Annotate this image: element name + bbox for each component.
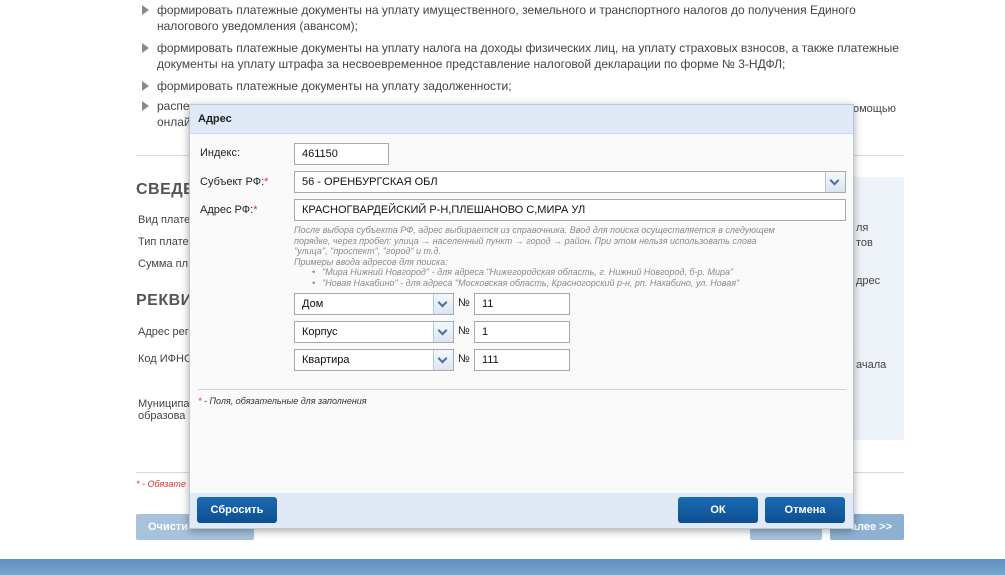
ok-button[interactable]: ОК xyxy=(678,497,758,523)
house-number-input[interactable]: 11 xyxy=(474,293,570,315)
bullet-item: формировать платежные документы на уплат… xyxy=(140,78,900,94)
bullet-arrow-icon xyxy=(142,5,149,15)
address-input[interactable]: КРАСНОГВАРДЕЙСКИЙ Р-Н,ПЛЕШАНОВО С,МИРА У… xyxy=(294,199,846,221)
dialog-footer: Сбросить ОК Отмена xyxy=(190,493,853,528)
bullet-arrow-icon xyxy=(142,43,149,53)
index-input[interactable]: 461150 xyxy=(294,143,389,165)
subject-label: Субъект РФ:* xyxy=(200,176,269,188)
dialog-body: Индекс: 461150 Субъект РФ:* 56 - ОРЕНБУР… xyxy=(190,134,853,493)
field-label: образова xyxy=(138,410,186,422)
address-dialog: Адрес Индекс: 461150 Субъект РФ:* 56 - О… xyxy=(189,104,854,529)
number-sign: № xyxy=(458,297,470,309)
dropdown-button[interactable] xyxy=(433,294,453,314)
required-note: * - Обязате xyxy=(136,479,186,489)
building-number-input[interactable]: 1 xyxy=(474,321,570,343)
dropdown-button[interactable] xyxy=(433,350,453,370)
side-text: ачала xyxy=(856,359,887,371)
dialog-title: Адрес xyxy=(190,105,853,134)
apartment-type-select[interactable]: Квартира xyxy=(294,349,454,371)
bullet-item: формировать платежные документы на уплат… xyxy=(140,2,900,34)
required-fields-note: * - Поля, обязательные для заполнения xyxy=(198,396,367,406)
dropdown-button[interactable] xyxy=(433,322,453,342)
bullet-item: формировать платежные документы на уплат… xyxy=(140,40,900,72)
bullet-arrow-icon xyxy=(142,101,149,111)
page-footer xyxy=(0,559,1005,575)
address-hint: После выбора субъекта РФ, адрес выбирает… xyxy=(294,225,844,288)
field-label: Вид плате xyxy=(138,214,191,226)
side-text: тов xyxy=(856,237,873,249)
field-label: Адрес рег xyxy=(138,326,189,338)
bullet-arrow-icon xyxy=(142,81,149,91)
reset-button[interactable]: Сбросить xyxy=(197,497,277,523)
chevron-down-icon xyxy=(437,297,448,308)
house-type-select[interactable]: Дом xyxy=(294,293,454,315)
building-type-select[interactable]: Корпус xyxy=(294,321,454,343)
field-label: Муниципа xyxy=(138,398,190,410)
subject-select[interactable]: 56 - ОРЕНБУРГСКАЯ ОБЛ xyxy=(294,171,846,193)
hint-example: "Новая Нахабино" - для адреса "Московска… xyxy=(312,278,844,289)
dropdown-button[interactable] xyxy=(825,172,845,192)
field-label: Тип плате xyxy=(138,236,189,248)
cancel-button[interactable]: Отмена xyxy=(765,497,845,523)
side-text: дрес xyxy=(856,275,881,287)
number-sign: № xyxy=(458,325,470,337)
side-panel xyxy=(853,177,904,440)
address-label: Адрес РФ:* xyxy=(200,204,258,216)
chevron-down-icon xyxy=(829,175,840,186)
number-sign: № xyxy=(458,353,470,365)
field-label: Код ИФНС xyxy=(138,353,192,365)
chevron-down-icon xyxy=(437,325,448,336)
index-label: Индекс: xyxy=(200,147,241,159)
side-text: ля xyxy=(856,222,869,234)
field-label: Сумма пл xyxy=(138,258,188,270)
bullet-tail-text: омощью xyxy=(853,103,896,115)
hint-example: "Мира Нижний Новгород" - для адреса "Ниж… xyxy=(312,267,844,278)
apartment-number-input[interactable]: 111 xyxy=(474,349,570,371)
chevron-down-icon xyxy=(437,353,448,364)
divider xyxy=(198,389,846,390)
